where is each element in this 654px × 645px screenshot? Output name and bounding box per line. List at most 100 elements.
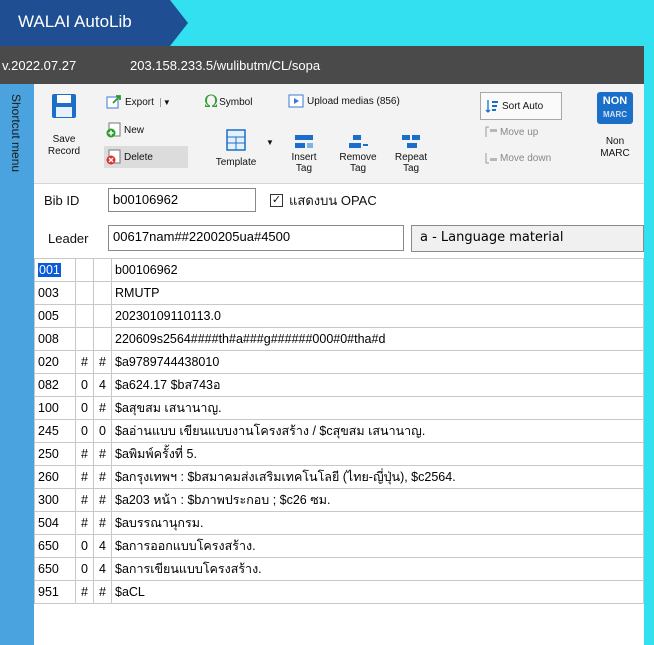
delete-button[interactable]: Delete [104,146,188,168]
marc-ind1-cell[interactable]: # [75,580,94,604]
marc-data-cell[interactable]: $a203 หน้า : $bภาพประกอบ ; $c26 ซม. [111,488,644,512]
record-type-select[interactable]: a - Language material [411,225,644,252]
marc-data-cell[interactable]: $aกรุงเทพฯ : $bสมาคมส่งเสริมเทคโนโลยี (ไ… [111,465,644,489]
marc-ind2-cell[interactable]: # [93,511,112,535]
marc-data-cell[interactable]: 220609s2564####th#a###g######000#0#tha#d [111,327,644,351]
marc-data-cell[interactable]: $a9789744438010 [111,350,644,374]
marc-data-cell[interactable]: $aCL [111,580,644,604]
marc-data-cell[interactable]: $aพิมพ์ครั้งที่ 5. [111,442,644,466]
marc-ind1-cell[interactable]: 0 [75,373,94,397]
repeat-tag-button[interactable]: Repeat Tag [390,134,432,174]
marc-row[interactable]: 504 # # $aบรรณานุกรม. [34,511,644,535]
marc-data-cell[interactable]: RMUTP [111,281,644,305]
new-button[interactable]: New [106,122,144,138]
marc-ind2-cell[interactable]: 4 [93,534,112,558]
marc-data-cell[interactable]: $aการออกแบบโครงสร้าง. [111,534,644,558]
marc-tag-cell[interactable]: 300 [34,488,76,512]
marc-tag-cell[interactable]: 245 [34,419,76,443]
remove-tag-button[interactable]: Remove Tag [336,134,380,174]
marc-ind2-cell[interactable]: # [93,396,112,420]
export-button[interactable]: Export ▼ [106,94,171,110]
marc-row[interactable]: 005 20230109110113.0 [34,304,644,328]
move-down-button[interactable]: Move down [484,152,551,164]
marc-tag-cell[interactable]: 504 [34,511,76,535]
marc-tag-cell[interactable]: 650 [34,557,76,581]
marc-tag-cell[interactable]: 951 [34,580,76,604]
marc-ind2-cell[interactable]: # [93,465,112,489]
marc-ind1-cell[interactable]: 0 [75,557,94,581]
marc-ind1-cell[interactable]: # [75,488,94,512]
marc-data-cell[interactable]: b00106962 [111,258,644,282]
marc-ind1-cell[interactable] [75,327,94,351]
marc-tag-cell[interactable]: 003 [34,281,76,305]
marc-ind1-cell[interactable]: # [75,442,94,466]
marc-tag-cell[interactable]: 650 [34,534,76,558]
marc-ind2-cell[interactable]: 4 [93,557,112,581]
marc-ind1-cell[interactable]: 0 [75,396,94,420]
marc-ind2-cell[interactable]: # [93,580,112,604]
marc-tag-cell[interactable]: 008 [34,327,76,351]
marc-ind1-cell[interactable]: 0 [75,534,94,558]
marc-data-cell[interactable]: 20230109110113.0 [111,304,644,328]
marc-tag-cell[interactable]: 001 [34,258,76,282]
template-dropdown-icon[interactable]: ▼ [266,138,274,147]
opac-checkbox[interactable]: ✓ [270,194,283,207]
marc-ind2-cell-text: 0 [99,424,106,438]
marc-data-cell[interactable]: $aอ่านแบบ เขียนแบบงานโครงสร้าง / $cสุขสม… [111,419,644,443]
marc-ind1-cell[interactable] [75,304,94,328]
leader-field[interactable]: 00617nam##2200205ua#4500 [108,225,404,251]
marc-ind2-cell[interactable]: 4 [93,373,112,397]
marc-ind2-cell[interactable] [93,304,112,328]
sort-auto-button[interactable]: Sort Auto [480,92,562,120]
server-path: 203.158.233.5/wulibutm/CL/sopa [130,58,321,73]
non-marc-button[interactable]: NON MARC Non MARC [590,92,640,160]
marc-ind2-cell[interactable]: 0 [93,419,112,443]
marc-data-cell[interactable]: $a624.17 $bส743อ [111,373,644,397]
bib-id-field[interactable]: b00106962 [108,188,256,212]
marc-row[interactable]: 300 # # $a203 หน้า : $bภาพประกอบ ; $c26 ซม. [34,488,644,512]
move-up-button[interactable]: Move up [484,126,538,138]
marc-row[interactable]: 951 # # $aCL [34,580,644,604]
insert-tag-label-1: Insert [291,152,317,163]
marc-ind1-cell[interactable] [75,281,94,305]
marc-ind2-cell[interactable] [93,258,112,282]
marc-row[interactable]: 250 # # $aพิมพ์ครั้งที่ 5. [34,442,644,466]
marc-ind2-cell[interactable]: # [93,350,112,374]
template-button[interactable]: Template [212,128,260,168]
marc-ind2-cell[interactable] [93,281,112,305]
insert-tag-button[interactable]: Insert Tag [284,134,324,174]
marc-data-cell[interactable]: $aสุขสม เสนานาญ. [111,396,644,420]
marc-ind2-cell[interactable]: # [93,488,112,512]
marc-ind1-cell[interactable]: 0 [75,419,94,443]
marc-data-cell[interactable]: $aบรรณานุกรม. [111,511,644,535]
marc-tag-cell[interactable]: 005 [34,304,76,328]
marc-row[interactable]: 260 # # $aกรุงเทพฯ : $bสมาคมส่งเสริมเทคโนโล… [34,465,644,489]
marc-ind1-cell[interactable] [75,258,94,282]
marc-row[interactable]: 001 b00106962 [34,258,644,282]
marc-tag-cell[interactable]: 260 [34,465,76,489]
marc-row[interactable]: 082 0 4 $a624.17 $bส743อ [34,373,644,397]
symbol-button[interactable]: Ω Symbol [204,92,252,112]
marc-row[interactable]: 650 0 4 $aการออกแบบโครงสร้าง. [34,534,644,558]
marc-ind2-cell[interactable]: # [93,442,112,466]
marc-ind1-cell[interactable]: # [75,465,94,489]
marc-row[interactable]: 650 0 4 $aการเขียนแบบโครงสร้าง. [34,557,644,581]
marc-row[interactable]: 100 0 # $aสุขสม เสนานาญ. [34,396,644,420]
marc-ind2-cell[interactable] [93,327,112,351]
marc-tag-cell[interactable]: 020 [34,350,76,374]
marc-row[interactable]: 020 # # $a9789744438010 [34,350,644,374]
upload-medias-button[interactable]: Upload medias (856) [288,94,400,108]
marc-tag-cell[interactable]: 250 [34,442,76,466]
marc-tag-cell[interactable]: 100 [34,396,76,420]
save-record-button[interactable]: Save Record [42,92,86,178]
marc-data-cell[interactable]: $aการเขียนแบบโครงสร้าง. [111,557,644,581]
shortcut-menu[interactable]: Shortcut menu [0,84,34,645]
marc-row[interactable]: 008 220609s2564####th#a###g######000#0#th… [34,327,644,351]
marc-ind1-cell[interactable]: # [75,350,94,374]
marc-row[interactable]: 003 RMUTP [34,281,644,305]
marc-row[interactable]: 245 0 0 $aอ่านแบบ เขียนแบบงานโครงสร้าง / $c… [34,419,644,443]
marc-tag-cell[interactable]: 082 [34,373,76,397]
opac-checkbox-row[interactable]: ✓ แสดงบน OPAC [270,190,377,211]
export-dropdown-icon[interactable]: ▼ [159,97,171,107]
marc-ind1-cell[interactable]: # [75,511,94,535]
